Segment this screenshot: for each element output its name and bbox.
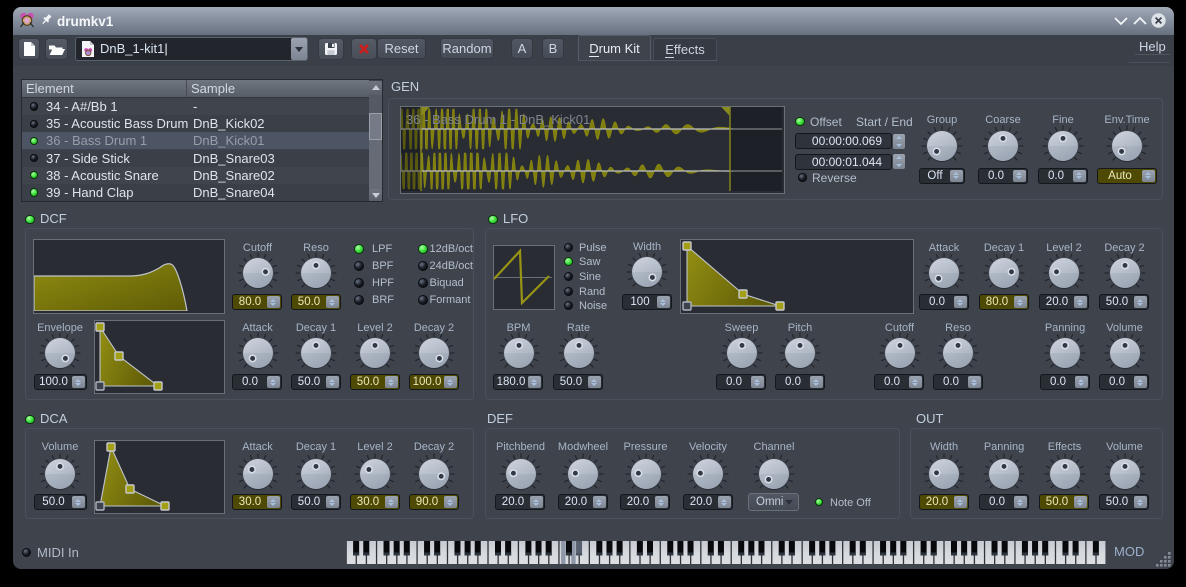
- svg-text:36 - Bass Drum 1 - DnB_Kick01: 36 - Bass Drum 1 - DnB_Kick01: [406, 112, 590, 127]
